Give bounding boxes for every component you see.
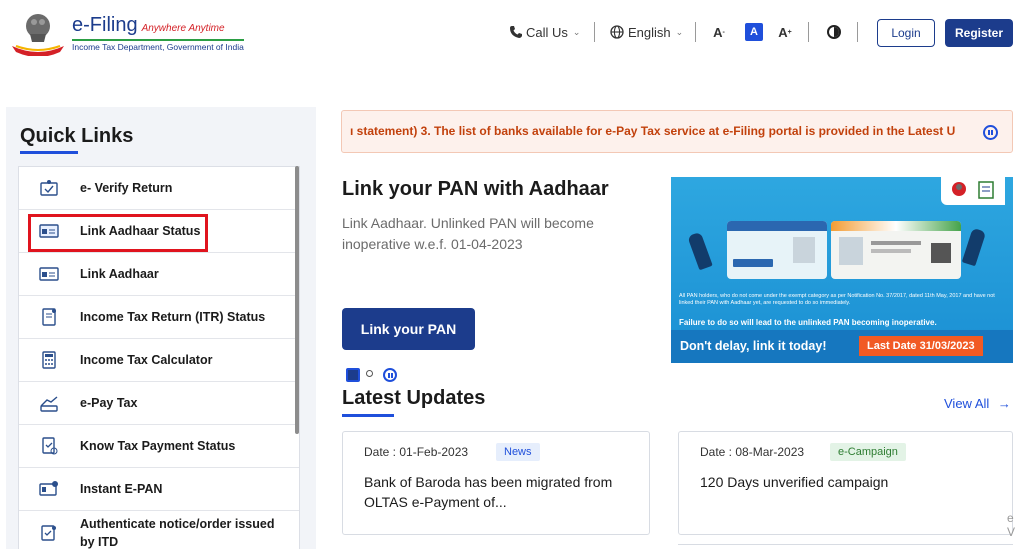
payment-status-icon xyxy=(42,437,58,455)
banner-fine-print: All PAN holders, who do not come under t… xyxy=(679,293,995,306)
quick-link-label: Income Tax Return (ITR) Status xyxy=(80,310,266,324)
banner-warning: Failure to do so will lead to the unlink… xyxy=(679,318,937,327)
update-badge: e-Campaign xyxy=(830,443,906,461)
contrast-toggle-icon[interactable] xyxy=(827,25,841,39)
itr-document-icon xyxy=(42,308,56,326)
clipped-text: e V xyxy=(1007,511,1016,539)
quick-link-itr-status[interactable]: Income Tax Return (ITR) Status xyxy=(19,296,299,339)
link-your-pan-button[interactable]: Link your PAN xyxy=(342,308,475,350)
pan-card-icon xyxy=(39,481,58,496)
quick-link-link-aadhaar[interactable]: Link Aadhaar xyxy=(19,253,299,296)
authenticate-notice-icon xyxy=(41,525,56,541)
call-us-label: Call Us xyxy=(526,24,568,40)
red-highlight-box xyxy=(28,214,208,252)
font-default-button[interactable]: A xyxy=(745,23,763,41)
quick-link-label: Income Tax Calculator xyxy=(80,353,213,367)
quick-link-e-pay-tax[interactable]: e-Pay Tax xyxy=(19,382,299,425)
logo-tagline: Anywhere Anytime xyxy=(141,23,225,34)
carousel-dot-active[interactable] xyxy=(346,368,360,382)
update-date: Date : 01-Feb-2023 xyxy=(364,445,469,459)
language-label: English xyxy=(628,24,671,40)
quick-link-know-tax-payment-status[interactable]: Know Tax Payment Status xyxy=(19,425,299,468)
verify-return-icon xyxy=(40,180,58,196)
quick-links-panel: Quick Links e- Verify Return Link Aadhaa… xyxy=(6,107,316,549)
title-underline xyxy=(342,414,394,417)
banner-logos xyxy=(941,177,1005,205)
font-decrease-button[interactable]: A- xyxy=(711,22,727,42)
update-card[interactable]: Date : 01-Feb-2023 News Bank of Baroda h… xyxy=(342,431,650,535)
quick-link-e-verify-return[interactable]: e- Verify Return xyxy=(19,167,299,210)
banner-cta-strip: Don't delay, link it today! Last Date 31… xyxy=(671,330,1013,363)
quick-link-label: e-Pay Tax xyxy=(80,396,138,410)
chevron-down-icon: ⌄ xyxy=(572,26,581,37)
update-title[interactable]: Bank of Baroda has been migrated from OL… xyxy=(364,472,634,512)
quick-link-instant-e-pan[interactable]: Instant E-PAN xyxy=(19,468,299,511)
globe-icon xyxy=(610,25,624,39)
update-title[interactable]: 120 Days unverified campaign xyxy=(700,472,970,492)
quick-links-scrollbar[interactable] xyxy=(295,166,299,434)
pause-icon[interactable] xyxy=(983,125,998,140)
update-card-partial xyxy=(678,544,1013,549)
update-card[interactable]: Date : 08-Mar-2023 e-Campaign 120 Days u… xyxy=(678,431,1013,535)
title-underline xyxy=(20,151,78,154)
font-increase-button[interactable]: A + xyxy=(777,22,793,42)
aadhaar-link-icon xyxy=(39,267,59,281)
carousel-indicators xyxy=(346,367,406,382)
quick-links-title: Quick Links xyxy=(20,125,134,147)
government-emblem-icon xyxy=(12,14,64,56)
banner-last-date: Last Date 31/03/2023 xyxy=(859,336,983,356)
divider xyxy=(857,22,858,42)
chevron-down-icon: ⌄ xyxy=(675,26,684,37)
aadhaar-card-illustration xyxy=(831,221,961,279)
marquee-text[interactable]: ı statement) 3. The list of banks availa… xyxy=(350,124,978,138)
update-badge: News xyxy=(496,443,540,461)
person-figure xyxy=(687,231,713,271)
pan-heading: Link your PAN with Aadhaar xyxy=(342,178,609,200)
divider xyxy=(695,22,696,42)
logo-subtitle: Income Tax Department, Government of Ind… xyxy=(72,39,244,52)
register-button[interactable]: Register xyxy=(945,19,1013,47)
pan-description: Link Aadhaar. Unlinked PAN will become i… xyxy=(342,215,594,252)
site-header: e-Filing Anywhere Anytime Income Tax Depa… xyxy=(0,0,1024,70)
divider xyxy=(594,22,595,42)
person-figure xyxy=(961,227,987,267)
quick-link-label: Know Tax Payment Status xyxy=(80,439,236,453)
emblem-icon xyxy=(952,181,994,199)
logo-title: e-Filing Anywhere Anytime xyxy=(72,14,225,36)
quick-link-label: e- Verify Return xyxy=(80,181,173,195)
quick-link-authenticate-notice[interactable]: Authenticate notice/order issued by ITD xyxy=(19,511,299,549)
update-date: Date : 08-Mar-2023 xyxy=(700,445,805,459)
language-dropdown[interactable]: English ⌄ xyxy=(610,17,683,47)
view-all-link[interactable]: View All → xyxy=(944,396,1011,411)
divider xyxy=(808,22,809,42)
latest-updates-title: Latest Updates xyxy=(342,387,486,409)
banner-cta: Don't delay, link it today! xyxy=(680,339,827,353)
phone-icon xyxy=(510,26,522,38)
calculator-icon xyxy=(42,351,56,369)
pay-tax-icon xyxy=(40,396,58,412)
carousel-dot[interactable] xyxy=(366,370,373,377)
quick-link-label: Link Aadhaar xyxy=(80,267,159,281)
quick-link-label: Authenticate notice/order issued by ITD xyxy=(80,517,275,549)
quick-link-income-tax-calculator[interactable]: Income Tax Calculator xyxy=(19,339,299,382)
announcement-marquee: ı statement) 3. The list of banks availa… xyxy=(341,110,1013,153)
pause-icon[interactable] xyxy=(383,368,397,382)
pan-card-illustration xyxy=(727,221,827,279)
pan-aadhaar-banner[interactable]: All PAN holders, who do not come under t… xyxy=(671,177,1013,363)
login-button[interactable]: Login xyxy=(877,19,935,47)
arrow-right-icon: → xyxy=(997,396,1011,411)
call-us-dropdown[interactable]: Call Us ⌄ xyxy=(509,17,580,47)
quick-link-label: Instant E-PAN xyxy=(80,482,163,496)
efiling-logo[interactable]: e-Filing Anywhere Anytime Income Tax Depa… xyxy=(8,8,244,56)
